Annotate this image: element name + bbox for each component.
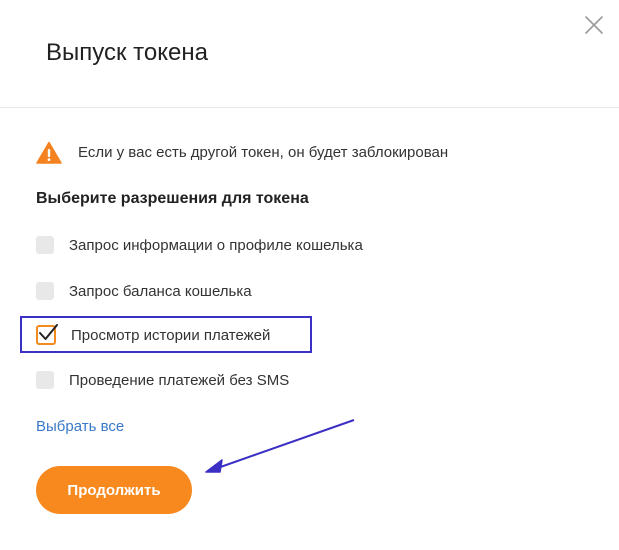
permission-checkbox[interactable]: [36, 282, 54, 300]
close-icon: [585, 16, 603, 34]
permission-wallet-balance[interactable]: Запрос баланса кошелька: [36, 281, 252, 301]
permission-label: Запрос баланса кошелька: [69, 282, 252, 300]
token-dialog: Выпуск токена Если у вас есть другой ток…: [0, 0, 619, 550]
permission-checkbox[interactable]: [36, 236, 54, 254]
warning-message: Если у вас есть другой токен, он будет з…: [36, 140, 448, 164]
warning-icon: [36, 141, 62, 164]
permission-payments-without-sms[interactable]: Проведение платежей без SMS: [36, 370, 289, 390]
header-divider: [0, 107, 619, 108]
permission-label: Проведение платежей без SMS: [69, 371, 290, 389]
permission-profile-info[interactable]: Запрос информации о профиле кошелька: [36, 235, 363, 255]
continue-button[interactable]: Продолжить: [36, 466, 192, 514]
permission-label: Запрос информации о профиле кошелька: [69, 236, 363, 254]
permission-checkbox[interactable]: [36, 371, 54, 389]
permissions-heading: Выберите разрешения для токена: [36, 190, 309, 207]
annotation-highlight-box: [20, 316, 312, 353]
close-button[interactable]: [583, 14, 605, 36]
select-all-link[interactable]: Выбрать все: [36, 418, 124, 435]
dialog-title: Выпуск токена: [46, 39, 208, 66]
warning-text: Если у вас есть другой токен, он будет з…: [78, 143, 449, 161]
